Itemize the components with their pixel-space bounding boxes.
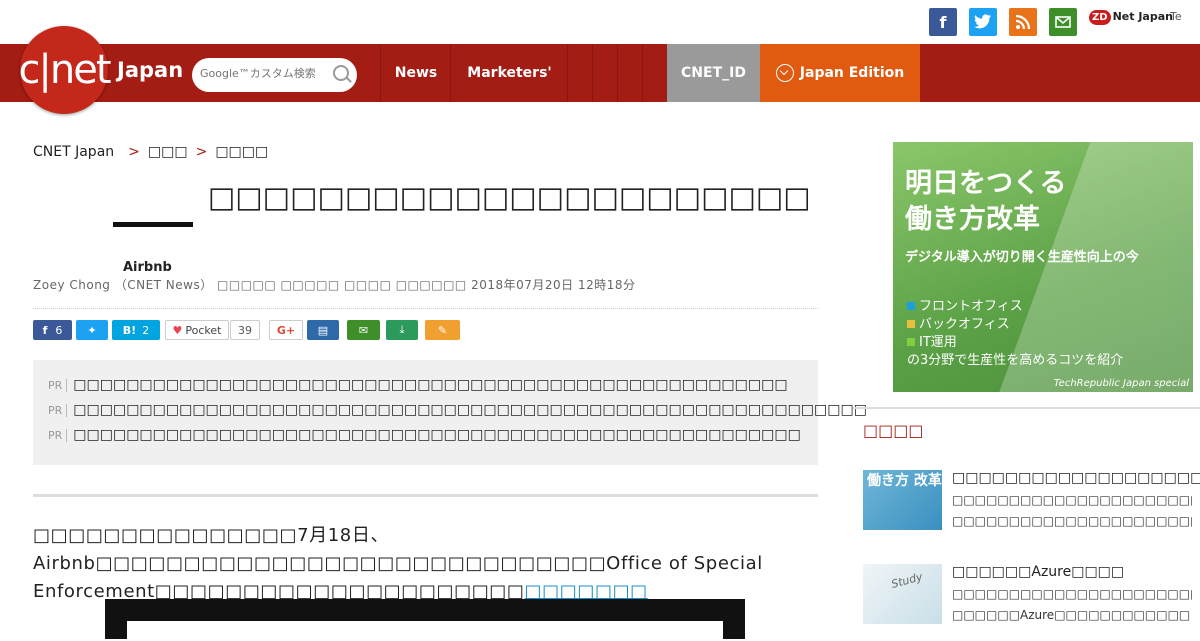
ad-headline: 明日をつくる 働き方改革 xyxy=(905,168,1067,235)
zdnet-japan-link[interactable]: ZD Net Japan xyxy=(1089,10,1173,25)
ad-list-item: バックオフィス xyxy=(907,313,1010,332)
ad-list-item: IT運用 xyxy=(907,331,957,350)
ad-sponsor: TechRepublic Japan special xyxy=(1053,378,1189,389)
rss-icon[interactable] xyxy=(1009,8,1037,36)
mail-icon[interactable] xyxy=(1049,8,1077,36)
nav-item-blank-2[interactable] xyxy=(592,44,618,102)
sidebar-item[interactable]: 働き方 改革 □□□□□□□□□□□□□□□□□□□ □□ □□□□□□□□□□□… xyxy=(863,470,1200,540)
nav-marketers[interactable]: Marketers' xyxy=(450,44,568,102)
pocket-icon: ♥ xyxy=(172,323,183,337)
ad-subheadline: デジタル導入が切り開く生産性向上の今 xyxy=(905,250,1139,265)
mail-share-button[interactable]: ✉ xyxy=(347,320,380,340)
twitter-icon[interactable] xyxy=(969,8,997,36)
divider xyxy=(853,407,1200,409)
nav-item-blank-4[interactable] xyxy=(642,44,668,102)
article-byline: Zoey Chong （CNET News） □□□□□ □□□□□ □□□□ … xyxy=(33,278,636,292)
mail-icon: ✉ xyxy=(358,323,369,337)
download-icon: ⤓ xyxy=(399,323,405,336)
breadcrumb-home[interactable]: CNET Japan xyxy=(33,144,114,160)
sidebar-item-title: □□□□□□□□□□□□□□□□□□□□□ xyxy=(952,470,1200,486)
pr-label: PR xyxy=(48,404,68,417)
twitter-icon: ✦ xyxy=(87,323,97,337)
pr-link[interactable]: PR □□□□□□□□□□□□□□□□□□□□□□□□□□□□□□□□□□□□□□… xyxy=(48,377,788,393)
cnet-id-button[interactable]: CNET_ID xyxy=(667,44,760,102)
breadcrumb-separator: > xyxy=(128,144,140,160)
cnet-logo[interactable]: c|net xyxy=(18,26,112,114)
clip-button[interactable]: ✎ xyxy=(425,320,460,340)
pr-link[interactable]: PR □□□□□□□□□□□□□□□□□□□□□□□□□□□□□□□□□□□□□□… xyxy=(48,427,801,443)
facebook-share-button[interactable]: f6 xyxy=(33,320,72,340)
article-thumbnail: Airbnb xyxy=(113,222,193,272)
clip-icon: ✎ xyxy=(437,323,448,337)
sidebar-item-thumbnail: 働き方 改革 xyxy=(863,470,942,530)
breadcrumb-separator: > xyxy=(195,144,208,160)
print-icon: ▤ xyxy=(317,323,329,337)
google-plus-button[interactable]: G+ xyxy=(269,320,303,340)
breadcrumb-section[interactable]: □□□ xyxy=(148,144,188,160)
sidebar-item-desc: □□□□□□□□□□□□□□□□□□□□□□□□□□□□□□□□□□□□Azur… xyxy=(952,587,1192,622)
edition-selector[interactable]: Japan Edition xyxy=(760,44,920,102)
techrepublic-link[interactable]: Te xyxy=(1170,10,1182,23)
ad-list-item: フロントオフィス xyxy=(907,295,1023,314)
pr-link[interactable]: PR □□□□□□□□□□□□□□□□□□□□□□□□□□□□□□□□□□□□□□… xyxy=(48,402,867,418)
article-image xyxy=(105,599,745,641)
twitter-share-button[interactable]: ✦ xyxy=(76,320,108,340)
pr-label: PR xyxy=(48,379,68,392)
search-box[interactable] xyxy=(192,58,357,92)
top-social-bar: f ZD Net Japan Te xyxy=(0,0,1200,44)
pocket-button[interactable]: ♥ Pocket xyxy=(165,320,229,340)
chevron-down-icon xyxy=(775,64,794,82)
article-body: □□□□□□□□□□□□□□□7月18日、Airbnb□□□□□□□□□□□□□… xyxy=(33,525,763,602)
pocket-count: 39 xyxy=(230,320,260,340)
sidebar-section-title: □□□□ xyxy=(863,421,924,440)
nav-item-blank-1[interactable] xyxy=(567,44,593,102)
breadcrumb: CNET Japan > □□□ > □□□□ xyxy=(33,144,268,160)
page-title: □□□□□□□□□□□□□□□□□□□□□□□□□□□□□□□□□□□□□□□□… xyxy=(208,180,808,214)
divider xyxy=(33,494,818,497)
pr-box: PR □□□□□□□□□□□□□□□□□□□□□□□□□□□□□□□□□□□□□□… xyxy=(33,360,867,465)
divider xyxy=(33,308,818,309)
print-button[interactable]: ▤ xyxy=(307,320,339,340)
search-icon[interactable] xyxy=(333,65,349,81)
breadcrumb-category[interactable]: □□□□ xyxy=(215,144,268,160)
nav-item-blank-3[interactable] xyxy=(617,44,643,102)
search-input[interactable] xyxy=(198,66,332,81)
edition-label[interactable]: Japan xyxy=(117,58,183,82)
download-button[interactable]: ⤓ xyxy=(386,320,418,340)
sidebar-item[interactable]: Study □□□□□□Azure□□□□ □□□□□□□□□□□□□□□□□□… xyxy=(863,564,1200,634)
nav-news[interactable]: News xyxy=(380,44,451,102)
sidebar-item-thumbnail: Study xyxy=(863,564,942,624)
ad-list-item: の3分野で生産性を高めるコツを紹介 xyxy=(907,353,1124,368)
facebook-icon[interactable]: f xyxy=(929,8,957,36)
facebook-icon: f xyxy=(42,323,48,337)
hatena-bookmark-button[interactable]: B! 2 xyxy=(112,320,160,340)
sidebar-item-title: □□□□□□Azure□□□□ xyxy=(952,564,1125,580)
sidebar-ad-banner[interactable]: 明日をつくる 働き方改革 デジタル導入が切り開く生産性向上の今 フロントオフィス … xyxy=(893,142,1193,392)
sidebar-item-desc: □□□□□□□□□□□□□□□□□□□□□ □□□□□□□□□□□□□□□□□□□… xyxy=(952,493,1192,528)
pr-label: PR xyxy=(48,429,68,442)
